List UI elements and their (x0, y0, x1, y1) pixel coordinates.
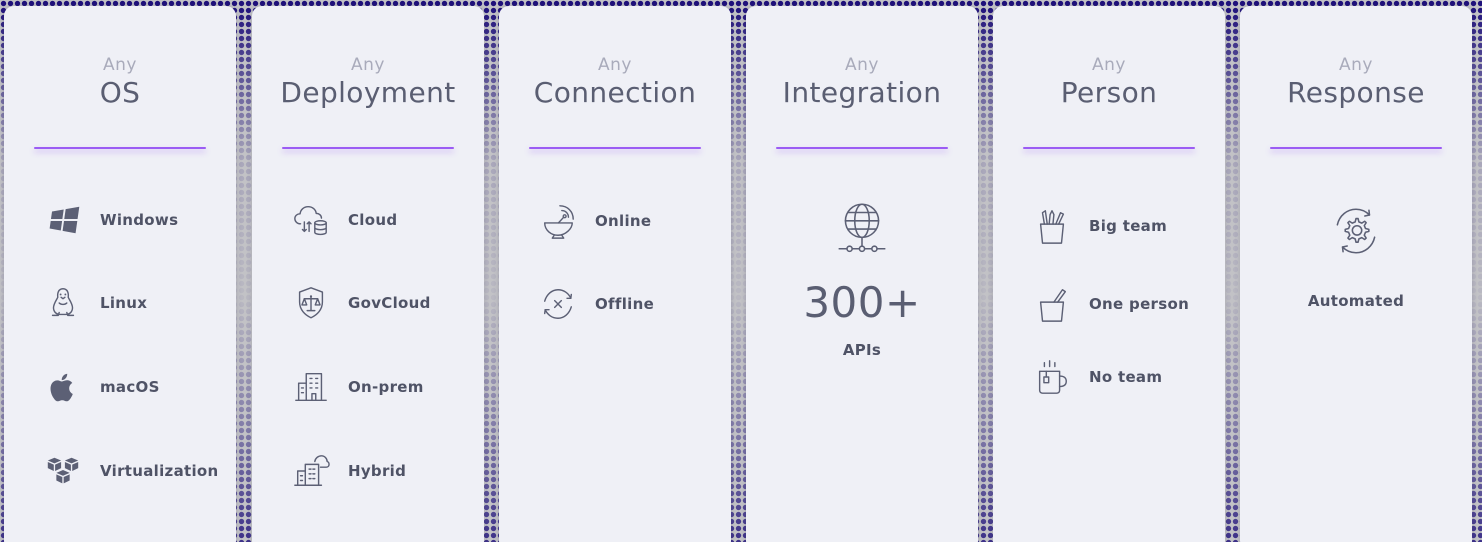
automation-gear-icon (1240, 202, 1472, 260)
card-prefix: Any (1339, 55, 1373, 75)
api-count: 300+ (803, 278, 921, 327)
list-item-virtualization: Virtualization (42, 450, 219, 492)
card-header: Any OS (4, 54, 236, 110)
card-header: Any Integration (746, 54, 978, 110)
item-label: Cloud (348, 211, 398, 229)
list-item-linux: Linux (42, 282, 147, 324)
card-header: Any Response (1240, 54, 1472, 110)
item-label: Online (595, 212, 652, 230)
virtualization-icon (42, 450, 84, 492)
card-title: Connection (533, 76, 697, 109)
card-title: Integration (782, 76, 942, 109)
card-header: Any Deployment (252, 54, 484, 110)
card-divider (34, 147, 206, 149)
item-label: Hybrid (348, 462, 407, 480)
list-item-offline: Offline (537, 283, 654, 325)
item-label: No team (1089, 368, 1163, 386)
card-title: Response (1287, 76, 1425, 109)
item-label: On-prem (348, 378, 424, 396)
card-prefix: Any (1092, 55, 1126, 75)
card-prefix: Any (598, 55, 632, 75)
item-label: Linux (100, 294, 148, 312)
item-label: Offline (595, 295, 655, 313)
card-deployment: Any Deployment Cloud GovCloud On-prem Hy… (252, 6, 484, 542)
card-divider (1270, 147, 1442, 149)
list-item-cloud: Cloud (290, 199, 397, 241)
item-label: GovCloud (348, 294, 431, 312)
globe-network-icon (746, 198, 978, 256)
govcloud-shield-icon (290, 282, 332, 324)
card-header: Any Person (993, 54, 1225, 110)
card-response: Any Response Automated (1240, 6, 1472, 542)
list-item-macos: macOS (42, 366, 160, 408)
windows-icon (42, 199, 84, 241)
item-label: One person (1089, 295, 1190, 313)
list-item-no-team: No team (1031, 356, 1162, 398)
card-divider (1023, 147, 1195, 149)
card-divider (776, 147, 948, 149)
list-item-govcloud: GovCloud (290, 282, 431, 324)
item-label: Virtualization (100, 462, 219, 480)
single-pencil-cup-icon (1031, 283, 1073, 325)
hybrid-building-cloud-icon (290, 450, 332, 492)
item-label: macOS (100, 378, 160, 396)
list-item-big-team: Big team (1031, 205, 1167, 247)
cloud-database-icon (290, 199, 332, 241)
coffee-mug-icon (1031, 356, 1073, 398)
list-item-windows: Windows (42, 199, 178, 241)
list-item-on-prem: On-prem (290, 366, 424, 408)
api-label: APIs (842, 341, 882, 359)
card-title: Person (1060, 76, 1158, 109)
card-os: Any OS Windows Linux macOS Virtualizatio… (4, 6, 236, 542)
card-divider (529, 147, 701, 149)
item-label: Windows (100, 211, 179, 229)
card-prefix: Any (845, 55, 879, 75)
card-header: Any Connection (499, 54, 731, 110)
card-person: Any Person Big team One person No team (993, 6, 1225, 542)
card-integration: Any Integration 300+ APIs (746, 6, 978, 542)
list-item-one-person: One person (1031, 283, 1189, 325)
list-item-hybrid: Hybrid (290, 450, 406, 492)
list-item-online: Online (537, 200, 651, 242)
card-prefix: Any (103, 55, 137, 75)
offline-sync-icon (537, 283, 579, 325)
apple-icon (42, 366, 84, 408)
pencil-cup-icon (1031, 205, 1073, 247)
satellite-dish-icon (537, 200, 579, 242)
item-label: Big team (1089, 217, 1168, 235)
automated-label: Automated (1307, 292, 1405, 310)
building-icon (290, 366, 332, 408)
card-divider (282, 147, 454, 149)
card-title: OS (99, 76, 141, 109)
card-prefix: Any (351, 55, 385, 75)
card-title: Deployment (280, 76, 456, 109)
linux-icon (42, 282, 84, 324)
card-connection: Any Connection Online Offline (499, 6, 731, 542)
